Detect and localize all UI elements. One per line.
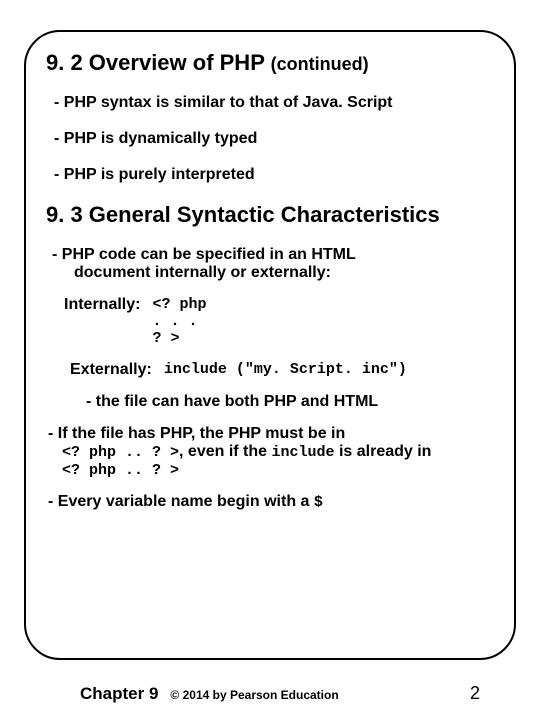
s2-p3-a: - Every variable name begin with a	[48, 493, 314, 510]
s2-bullet-1-line1: - PHP code can be specified in an HTML	[52, 246, 356, 263]
s2-p2-end: is already in	[335, 443, 432, 460]
s2-p2-a: - If the file has PHP, the PHP must be i…	[48, 425, 345, 442]
footer-copyright: © 2014 by Pearson Education	[170, 688, 338, 702]
internal-row: Internally: <? php . . . ? >	[46, 296, 494, 347]
s2-p3-code: $	[314, 494, 323, 511]
s2-para-2: - If the file has PHP, the PHP must be i…	[46, 425, 494, 479]
s2-bullet-1: - PHP code can be specified in an HTML d…	[46, 246, 494, 282]
s2-bullet-1-line2: document internally or externally:	[52, 264, 331, 281]
s2-p2-mid: , even if the	[179, 443, 271, 460]
external-code: include ("my. Script. inc")	[164, 361, 407, 378]
s2-p2-code2: include	[272, 444, 335, 461]
section-1-title-suffix: (continued)	[271, 54, 369, 74]
external-row: Externally: include ("my. Script. inc")	[46, 361, 494, 379]
internal-label: Internally:	[64, 296, 140, 314]
s1-bullet-3: - PHP is purely interpreted	[46, 166, 494, 184]
s2-sub-bullet: - the file can have both PHP and HTML	[46, 393, 494, 411]
external-label: Externally:	[70, 361, 152, 379]
s1-bullet-2: - PHP is dynamically typed	[46, 130, 494, 148]
footer-chapter: Chapter 9	[80, 684, 158, 704]
section-1-heading: 9. 2 Overview of PHP (continued)	[46, 50, 494, 76]
section-1-title: 9. 2 Overview of PHP	[46, 50, 271, 75]
s2-p2-code3: <? php .. ? >	[62, 462, 179, 479]
footer-page-number: 2	[470, 683, 480, 704]
s2-p2-code1: <? php .. ? >	[62, 444, 179, 461]
internal-code: <? php . . . ? >	[152, 296, 206, 347]
slide-frame: 9. 2 Overview of PHP (continued) - PHP s…	[24, 30, 516, 660]
section-2-heading: 9. 3 General Syntactic Characteristics	[46, 202, 494, 228]
footer: Chapter 9 © 2014 by Pearson Education 2	[0, 683, 540, 704]
s2-para-3: - Every variable name begin with a $	[46, 493, 494, 511]
s1-bullet-1: - PHP syntax is similar to that of Java.…	[46, 94, 494, 112]
